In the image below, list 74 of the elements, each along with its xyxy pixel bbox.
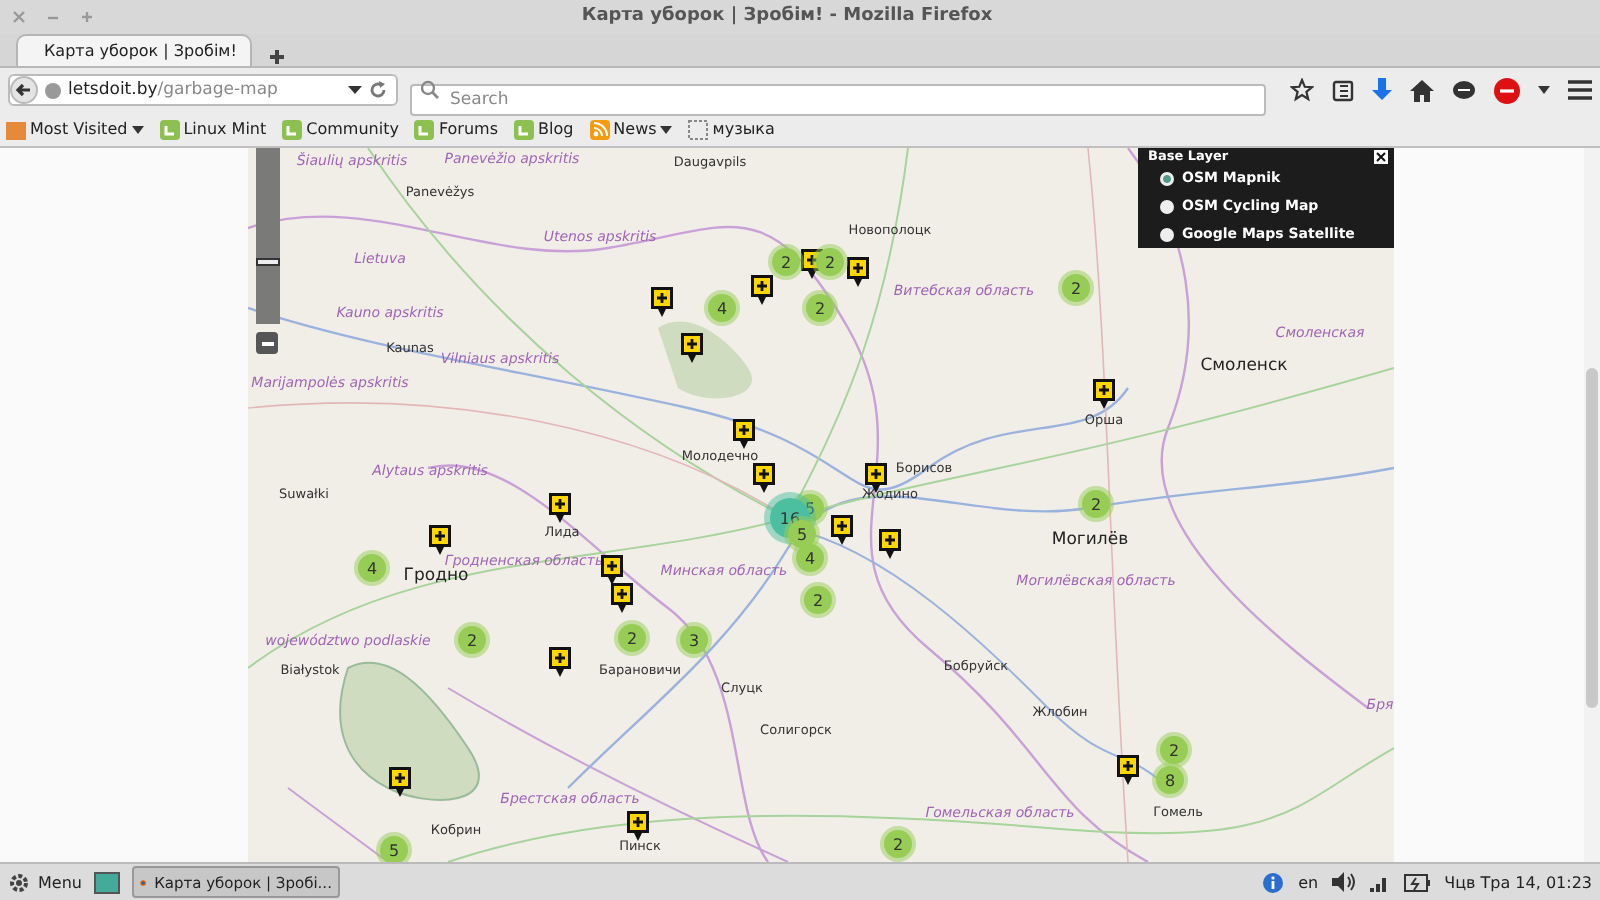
map-pin-icon[interactable] xyxy=(732,418,756,451)
map-pin-icon[interactable] xyxy=(548,492,572,525)
map-drawing[interactable] xyxy=(248,148,1394,863)
close-icon[interactable] xyxy=(1374,149,1388,164)
bookmark-item[interactable]: Blog xyxy=(513,119,574,140)
star-icon[interactable] xyxy=(1290,78,1314,102)
map-pin-icon[interactable] xyxy=(878,528,902,561)
radio-button[interactable] xyxy=(1160,227,1174,242)
map-pin-icon[interactable] xyxy=(428,524,452,557)
clock[interactable]: Чцв Тра 14, 01:23 xyxy=(1444,873,1592,892)
map-pin-icon[interactable] xyxy=(830,514,854,547)
window-title: Карта уборок | Зробім! - Mozilla Firefox xyxy=(579,6,995,27)
back-icon[interactable] xyxy=(10,76,38,104)
empty-folder-icon xyxy=(688,119,709,140)
search-icon xyxy=(420,80,440,100)
map-pin-icon[interactable] xyxy=(1092,378,1116,411)
map-pin-icon[interactable] xyxy=(1116,754,1140,787)
folder-icon xyxy=(6,119,26,140)
volume-icon[interactable] xyxy=(1332,872,1357,893)
signal-icon[interactable] xyxy=(1370,872,1391,893)
leaf-icon xyxy=(159,119,180,140)
download-icon[interactable] xyxy=(1372,78,1392,102)
map-label: Смоленск xyxy=(1200,358,1288,376)
map-pin-icon[interactable] xyxy=(388,766,412,799)
map-pin-icon[interactable] xyxy=(752,462,776,495)
map-pin-icon[interactable] xyxy=(846,256,870,289)
bookmark-item[interactable]: Forums xyxy=(414,119,498,140)
address-field[interactable]: letsdoit.by/garbage-map xyxy=(8,74,398,106)
gear-icon xyxy=(8,871,30,894)
map-label: Могилёв xyxy=(1051,532,1129,550)
map-pin-icon[interactable] xyxy=(626,810,650,843)
dropdown-caret-icon xyxy=(131,125,144,134)
dropdown-caret-icon xyxy=(660,125,673,134)
globe-icon xyxy=(44,81,62,99)
menu-icon[interactable] xyxy=(1568,80,1592,100)
map-pin-icon[interactable] xyxy=(600,554,624,587)
search-field[interactable]: Search xyxy=(410,84,1266,116)
new-tab-icon[interactable] xyxy=(268,48,286,67)
home-icon[interactable] xyxy=(1410,79,1434,101)
map-pin-icon[interactable] xyxy=(650,286,674,319)
reload-icon[interactable] xyxy=(368,80,388,100)
battery-icon[interactable] xyxy=(1404,873,1431,892)
zoom-slider[interactable] xyxy=(256,148,280,325)
radio-button[interactable] xyxy=(1160,171,1174,186)
scrollbar[interactable] xyxy=(1584,148,1600,863)
bookmark-item[interactable]: музыка xyxy=(688,119,775,140)
clipboard-icon[interactable] xyxy=(1332,78,1354,102)
map-label: Гродно xyxy=(403,568,469,586)
map-pin-icon[interactable] xyxy=(750,274,774,307)
bookmark-item[interactable]: News xyxy=(589,119,673,140)
bookmark-item[interactable]: Most Visited xyxy=(6,119,144,140)
chat-icon[interactable] xyxy=(1452,79,1476,101)
radio-button[interactable] xyxy=(1160,199,1174,214)
start-menu-button[interactable]: Menu xyxy=(8,871,82,894)
leaf-icon xyxy=(282,119,303,140)
adblock-icon[interactable] xyxy=(1494,77,1520,103)
map-pin-icon[interactable] xyxy=(548,646,572,679)
dropdown-caret-icon[interactable] xyxy=(348,85,362,95)
rss-icon xyxy=(589,119,610,140)
scrollbar-thumb[interactable] xyxy=(1586,368,1598,709)
zoom-handle[interactable] xyxy=(256,257,280,266)
zoom-out-button[interactable] xyxy=(256,332,278,355)
leaf-icon xyxy=(513,119,534,140)
info-shield-icon[interactable] xyxy=(1262,871,1285,894)
bookmark-item[interactable]: Linux Mint xyxy=(159,119,267,140)
bookmark-item[interactable]: Community xyxy=(282,119,399,140)
browser-tab[interactable]: Карта уборок | Зробім! xyxy=(16,34,252,67)
keyboard-layout-indicator[interactable]: en xyxy=(1298,873,1319,892)
dropdown-caret-icon[interactable] xyxy=(1538,86,1550,94)
map-pin-icon[interactable] xyxy=(680,332,704,365)
desktop-icon[interactable] xyxy=(93,871,120,894)
map-pin-icon[interactable] xyxy=(610,582,634,615)
minus-icon xyxy=(261,341,273,346)
leaf-icon xyxy=(414,119,435,140)
